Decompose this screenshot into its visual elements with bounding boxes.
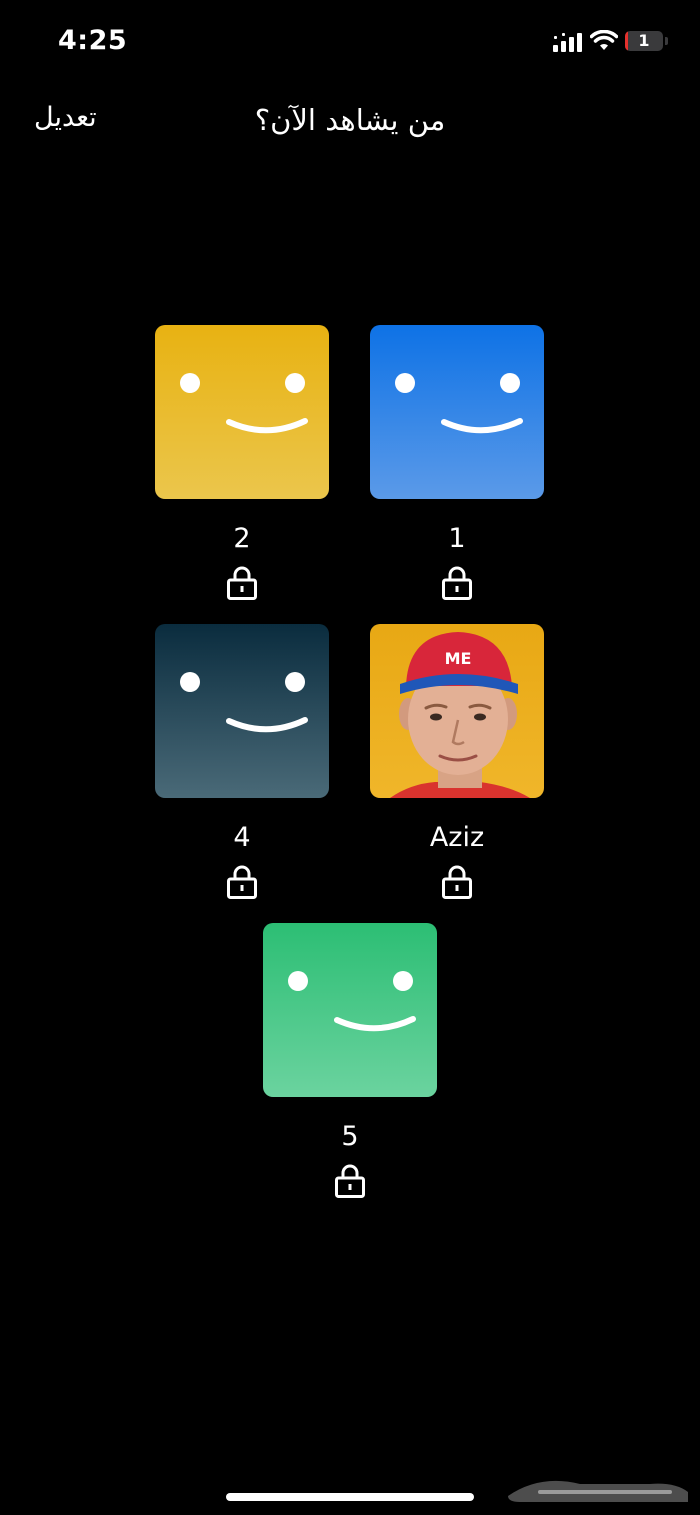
smiley-avatar-blue[interactable] [370, 325, 544, 499]
lock-icon [227, 566, 257, 600]
man-with-red-cap-icon: ME [390, 632, 530, 798]
smiley-icon [180, 373, 308, 434]
profile-2[interactable]: 2 [155, 325, 329, 601]
status-bar: 4:25 1 [0, 0, 700, 80]
profile-4[interactable]: 4 [155, 624, 329, 900]
smiley-avatar-dark-teal[interactable] [155, 624, 329, 798]
profile-name: 1 [448, 523, 466, 554]
profile-name: Aziz [429, 822, 485, 853]
page-title: من يشاهد الآن؟ [254, 103, 446, 137]
smiley-icon [180, 672, 308, 733]
status-time: 4:25 [58, 25, 128, 56]
lock-icon [442, 566, 472, 600]
smiley-icon [395, 373, 523, 434]
battery-icon: 1 [625, 31, 668, 53]
signal-icon [553, 33, 582, 52]
watermark-logo [508, 1480, 688, 1502]
nav-bar: تعديل من يشاهد الآن؟ [0, 90, 700, 160]
profile-aziz[interactable]: ME Aziz [370, 624, 544, 900]
profile-name: 2 [233, 523, 251, 554]
lock-icon [227, 865, 257, 899]
lock-icon [335, 1164, 365, 1198]
smiley-avatar-green[interactable] [263, 923, 437, 1097]
profile-name: 4 [233, 822, 251, 853]
svg-text:ME: ME [445, 649, 472, 668]
photo-avatar[interactable]: ME [370, 624, 544, 798]
profile-5[interactable]: 5 [263, 923, 437, 1199]
smiley-avatar-yellow[interactable] [155, 325, 329, 499]
profile-1[interactable]: 1 [370, 325, 544, 601]
wifi-icon [590, 30, 618, 50]
home-indicator[interactable] [226, 1493, 474, 1501]
battery-level: 1 [638, 31, 650, 50]
smiley-icon [288, 971, 416, 1032]
lock-icon [442, 865, 472, 899]
profile-name: 5 [341, 1121, 359, 1152]
